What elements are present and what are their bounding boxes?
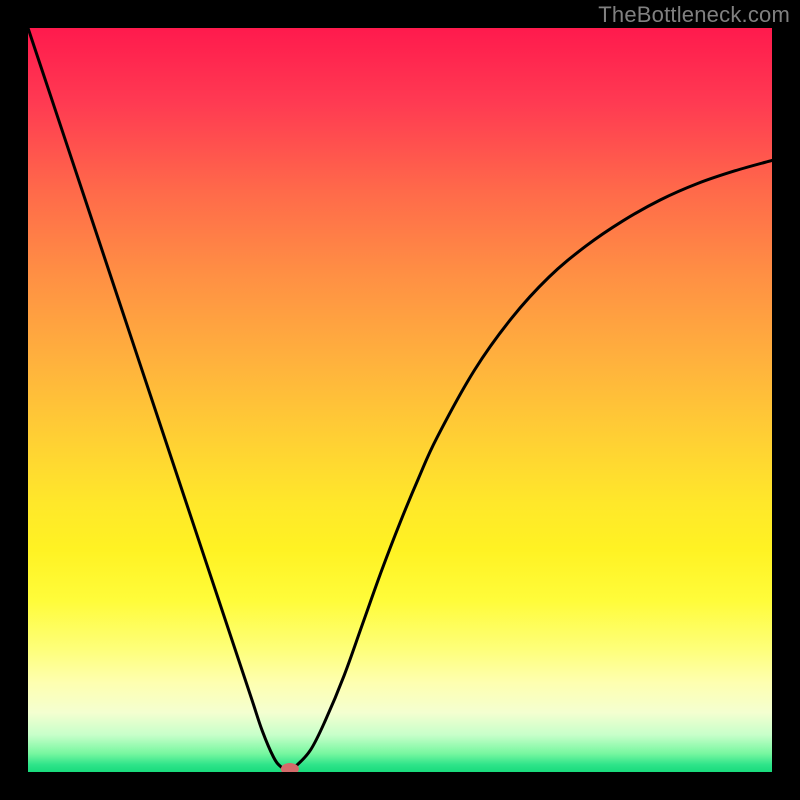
plot-area xyxy=(28,28,772,772)
bottleneck-curve xyxy=(28,28,772,771)
watermark-text: TheBottleneck.com xyxy=(598,2,790,28)
chart-frame: TheBottleneck.com xyxy=(0,0,800,800)
curve-layer xyxy=(28,28,772,772)
